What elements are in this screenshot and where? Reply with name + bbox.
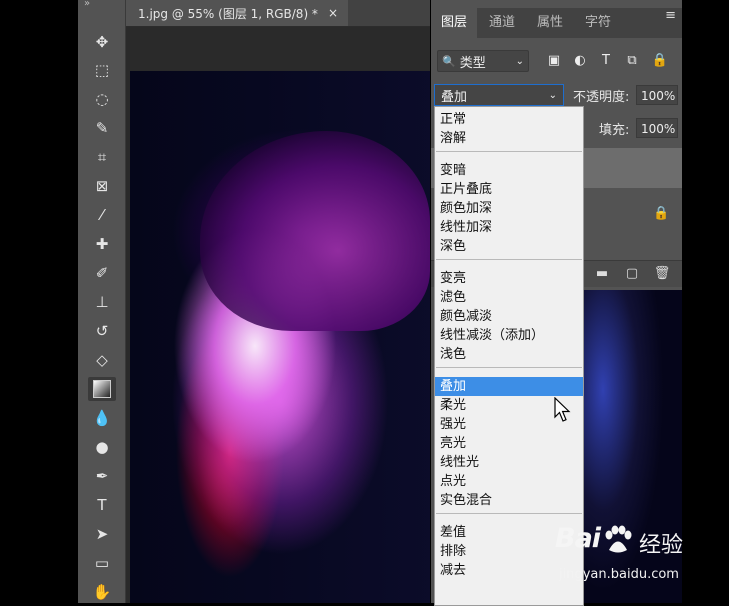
filter-smart-icon[interactable]: 🔒 — [651, 52, 669, 70]
quick-select-tool-icon[interactable]: ✎ — [88, 116, 116, 140]
frame-tool-icon[interactable]: ⊠ — [88, 174, 116, 198]
panel-tab-bar: 图层 通道 属性 字符 — [431, 8, 682, 38]
baidu-watermark: Bai 经验 jingyan.baidu.com — [555, 523, 695, 593]
dodge-tool-icon[interactable]: ● — [88, 435, 116, 459]
blend-mode-option[interactable]: 叠加 — [435, 377, 583, 396]
path-select-tool-icon[interactable]: ➤ — [88, 522, 116, 546]
blend-mode-option[interactable]: 变亮 — [435, 269, 583, 288]
panel-tab-properties[interactable]: 属性 — [527, 8, 573, 38]
layer-filter-label: 类型 — [459, 55, 486, 71]
history-brush-tool-icon[interactable]: ↺ — [88, 319, 116, 343]
fill-label: 填充: — [599, 123, 630, 138]
menu-separator — [436, 367, 582, 368]
lasso-tool-icon[interactable]: ◌ — [88, 87, 116, 111]
opacity-field[interactable]: 100% — [636, 85, 678, 105]
document-tab-title: 1.jpg @ 55% (图层 1, RGB/8) * — [138, 6, 318, 21]
filter-shape-icon[interactable]: ⧉ — [623, 52, 641, 70]
menu-separator — [436, 151, 582, 152]
chevron-down-icon: ⌄ — [515, 55, 524, 67]
new-layer-icon[interactable]: ▢ — [623, 265, 641, 283]
hand-tool-icon[interactable]: ✋ — [88, 580, 116, 604]
eraser-tool-icon[interactable]: ◇ — [88, 348, 116, 372]
new-group-icon[interactable]: ▬ — [593, 265, 611, 283]
move-tool-icon[interactable]: ✥ — [88, 30, 116, 54]
healing-brush-tool-icon[interactable]: ✚ — [88, 232, 116, 256]
crop-tool-icon[interactable]: ⌗ — [88, 145, 116, 169]
tools-panel: ✥ ⬚ ◌ ✎ ⌗ ⊠ ⁄ ✚ ✐ ⊥ ↺ ◇ 💧 ● ✒ T ➤ ▭ ✋ — [78, 0, 126, 603]
chevron-down-icon: ⌄ — [548, 89, 557, 101]
paw-icon — [605, 525, 632, 553]
canvas-area[interactable] — [126, 27, 430, 603]
layer-filter-select[interactable]: 🔍 类型 ⌄ — [437, 50, 529, 72]
watermark-url: jingyan.baidu.com — [559, 567, 679, 582]
panel-tab-channels[interactable]: 通道 — [479, 8, 525, 38]
blend-mode-option[interactable]: 点光 — [435, 472, 583, 491]
type-tool-icon[interactable]: T — [88, 493, 116, 517]
rectangle-tool-icon[interactable]: ▭ — [88, 551, 116, 575]
blend-mode-option[interactable]: 滤色 — [435, 288, 583, 307]
blur-tool-icon[interactable]: 💧 — [88, 406, 116, 430]
screen-left-margin — [0, 0, 78, 603]
panel-tab-layers[interactable]: 图层 — [431, 8, 477, 38]
blend-mode-option[interactable]: 线性减淡（添加） — [435, 326, 583, 345]
blend-mode-option[interactable]: 浅色 — [435, 345, 583, 364]
blend-mode-value: 叠加 — [441, 89, 468, 105]
stamp-tool-icon[interactable]: ⊥ — [88, 290, 116, 314]
fill-field[interactable]: 100% — [636, 118, 678, 138]
blend-mode-option[interactable]: 颜色减淡 — [435, 307, 583, 326]
blend-mode-option[interactable]: 正片叠底 — [435, 180, 583, 199]
panel-tab-character[interactable]: 字符 — [575, 8, 621, 38]
lock-icon: 🔒 — [653, 206, 670, 221]
gradient-tool-icon[interactable] — [88, 377, 116, 401]
pen-tool-icon[interactable]: ✒ — [88, 464, 116, 488]
eyedropper-tool-icon[interactable]: ⁄ — [88, 203, 116, 227]
panel-menu-icon[interactable]: ≡ — [665, 8, 676, 23]
canvas-image — [130, 71, 430, 603]
filter-pixel-icon[interactable]: ▣ — [545, 52, 563, 70]
menu-separator — [436, 513, 582, 514]
blend-mode-select[interactable]: 叠加 ⌄ — [434, 84, 564, 106]
marquee-tool-icon[interactable]: ⬚ — [88, 58, 116, 82]
menu-separator — [436, 259, 582, 260]
blend-mode-option[interactable]: 亮光 — [435, 434, 583, 453]
screen-right-margin — [682, 0, 729, 603]
opacity-label: 不透明度: — [573, 90, 630, 105]
filter-adjustment-icon[interactable]: ◐ — [571, 52, 589, 70]
blend-mode-option[interactable]: 颜色加深 — [435, 199, 583, 218]
trash-icon[interactable]: 🗑 — [653, 265, 671, 283]
blend-mode-option[interactable]: 溶解 — [435, 129, 583, 148]
blend-mode-option[interactable]: 正常 — [435, 110, 583, 129]
document-tab[interactable]: 1.jpg @ 55% (图层 1, RGB/8) * × — [126, 0, 348, 26]
blend-mode-option[interactable]: 线性光 — [435, 453, 583, 472]
blend-mode-option[interactable]: 实色混合 — [435, 491, 583, 510]
watermark-logo-text: Bai — [555, 523, 601, 554]
search-icon: 🔍 — [442, 54, 456, 68]
toolbar-collapse-icon[interactable]: » — [84, 0, 90, 9]
document-tab-close-icon[interactable]: × — [328, 6, 338, 20]
document-tab-bar: 1.jpg @ 55% (图层 1, RGB/8) * × — [126, 0, 430, 27]
filter-type-icon[interactable]: T — [597, 52, 615, 70]
mouse-cursor-icon — [554, 397, 571, 422]
blend-mode-option[interactable]: 线性加深 — [435, 218, 583, 237]
blend-mode-option[interactable]: 变暗 — [435, 161, 583, 180]
blend-mode-option[interactable]: 深色 — [435, 237, 583, 256]
canvas-image-hair — [200, 131, 430, 331]
brush-tool-icon[interactable]: ✐ — [88, 261, 116, 285]
watermark-logo-suffix: 经验 — [639, 533, 684, 558]
